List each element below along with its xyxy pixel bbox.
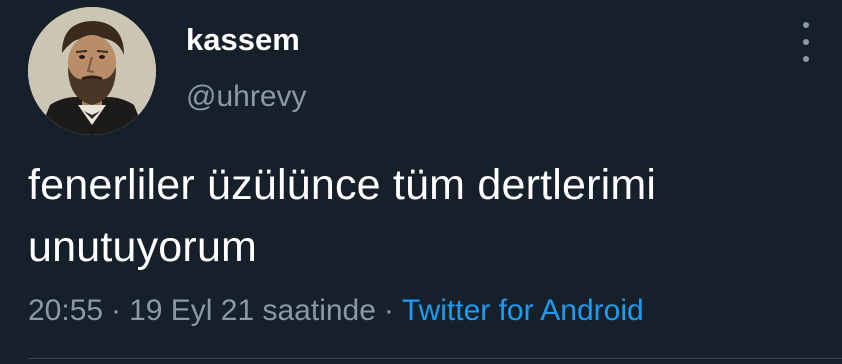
more-options-button[interactable] [794,22,818,62]
tweet-card: kassem @uhrevy fenerliler üzülünce tüm d… [0,0,842,364]
separator-dot: · [383,294,394,327]
separator-dot: · [111,294,122,327]
tweet-time[interactable]: 20:55 [28,294,103,327]
vertical-ellipsis-icon [803,39,809,45]
tweet-text: fenerliler üzülünce tüm dertlerimi unutu… [28,161,657,271]
tweet-date[interactable]: 19 Eyl 21 saatinde [129,294,376,327]
divider [28,358,842,359]
tweet-source-link[interactable]: Twitter for Android [402,294,644,327]
tweet-metadata: 20:55 · 19 Eyl 21 saatinde · Twitter for And… [28,294,644,328]
display-name[interactable]: kassem [186,22,300,58]
vertical-ellipsis-icon [803,56,809,62]
vertical-ellipsis-icon [803,22,809,28]
user-handle[interactable]: @uhrevy [186,80,307,114]
bearded-man-portrait-avatar [28,7,156,135]
avatar[interactable] [28,7,156,135]
